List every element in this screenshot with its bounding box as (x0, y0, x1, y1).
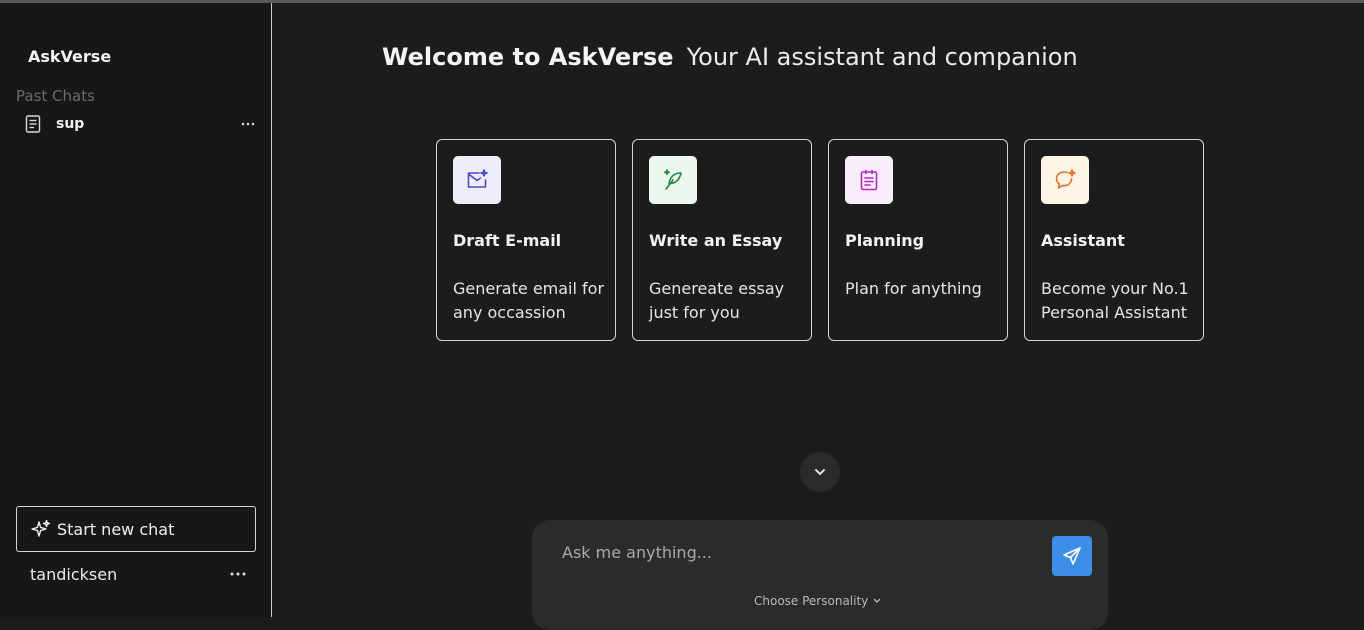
welcome-subtitle: Your AI assistant and companion (686, 43, 1078, 71)
card-draft-email[interactable]: Draft E-mail Generate email for any occa… (436, 139, 616, 341)
choose-personality-dropdown[interactable]: Choose Personality (754, 594, 881, 608)
card-title: Write an Essay (649, 231, 783, 250)
card-description: Plan for anything (845, 279, 982, 298)
feather-pen-icon (649, 156, 697, 204)
card-title: Assistant (1041, 231, 1125, 250)
user-profile-row[interactable]: tandicksen (30, 563, 250, 585)
sidebar: AskVerse Past Chats sup Start new chat t… (0, 3, 272, 617)
send-icon (1063, 547, 1081, 565)
card-title: Draft E-mail (453, 231, 562, 250)
card-description: Genereate essay just for you (649, 279, 785, 322)
message-composer: Choose Personality (532, 520, 1108, 630)
chat-item-label: sup (56, 116, 85, 132)
choose-personality-label: Choose Personality (754, 594, 869, 608)
card-write-essay[interactable]: Write an Essay Genereate essay just for … (632, 139, 812, 341)
document-icon (24, 115, 42, 133)
chevron-down-icon (873, 598, 881, 604)
clipboard-icon (845, 156, 893, 204)
mail-sparkle-icon (453, 156, 501, 204)
scroll-down-button[interactable] (800, 452, 840, 492)
chat-options-icon[interactable] (236, 116, 260, 132)
welcome-heading: Welcome to AskVerse Your AI assistant an… (382, 43, 1078, 71)
message-input[interactable] (562, 538, 1032, 566)
card-description: Generate email for any occassion (453, 279, 605, 322)
card-description: Become your No.1 Personal Assistant (1041, 279, 1189, 322)
send-button[interactable] (1052, 536, 1092, 576)
past-chats-heading: Past Chats (16, 87, 95, 105)
card-planning[interactable]: Planning Plan for anything (828, 139, 1008, 341)
user-options-icon[interactable] (226, 566, 250, 582)
welcome-title: Welcome to AskVerse (382, 43, 674, 71)
main-panel: Welcome to AskVerse Your AI assistant an… (273, 3, 1364, 630)
card-title: Planning (845, 231, 925, 250)
chevron-down-icon (815, 469, 825, 475)
start-new-chat-label: Start new chat (57, 519, 175, 539)
app-logo-text: AskVerse (28, 47, 112, 66)
sparkle-icon (31, 519, 51, 539)
card-assistant[interactable]: Assistant Become your No.1 Personal Assi… (1024, 139, 1204, 341)
username: tandicksen (30, 564, 118, 584)
start-new-chat-button[interactable]: Start new chat (16, 506, 256, 552)
chat-item-sup[interactable]: sup (24, 113, 260, 135)
chat-sparkle-icon (1041, 156, 1089, 204)
